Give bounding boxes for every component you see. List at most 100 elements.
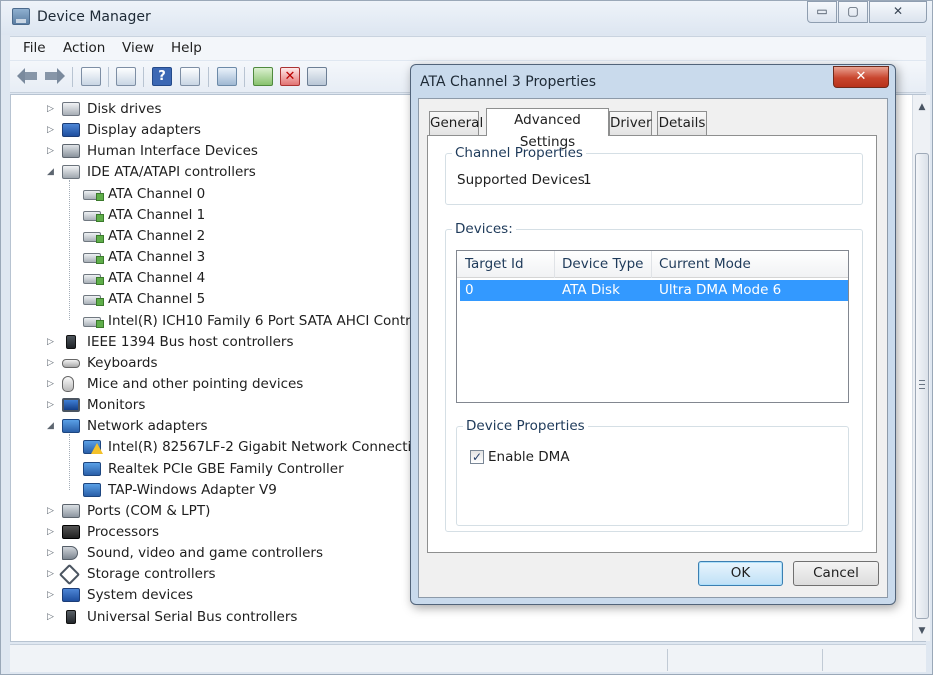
update-driver-icon[interactable]	[253, 67, 273, 86]
expand-arrow-icon[interactable]: ▷	[47, 589, 57, 601]
tree-item-label: Disk drives	[87, 101, 162, 117]
network-warning-icon	[83, 440, 103, 455]
status-separator	[667, 649, 668, 671]
expand-arrow-icon[interactable]: ▷	[47, 505, 57, 517]
menu-help[interactable]: Help	[171, 40, 202, 56]
expand-arrow-icon[interactable]: ▷	[47, 526, 57, 538]
dialog-close-button[interactable]: ✕	[833, 66, 889, 88]
expand-arrow-icon[interactable]: ▷	[47, 378, 57, 390]
cell-current-mode: Ultra DMA Mode 6	[659, 282, 782, 298]
menu-view[interactable]: View	[122, 40, 154, 56]
window-title: Device Manager	[37, 9, 151, 25]
scroll-grip-icon	[919, 380, 925, 389]
dialog-body: General Advanced Settings Driver Details…	[418, 98, 888, 598]
ata-channel-properties-dialog: ATA Channel 3 Properties ✕ General Advan…	[410, 64, 896, 605]
mouse-icon	[62, 375, 74, 392]
scan-hardware-icon[interactable]	[217, 67, 237, 86]
supported-devices-label: Supported Devices	[457, 172, 585, 188]
expand-arrow-icon[interactable]: ▷	[47, 611, 57, 623]
toolbar-separator	[244, 67, 245, 87]
ok-button[interactable]: OK	[698, 561, 783, 586]
tree-item-label: Keyboards	[87, 354, 158, 371]
column-separator	[651, 251, 652, 278]
forward-arrow-icon[interactable]	[43, 67, 65, 86]
collapse-arrow-icon[interactable]: ◢	[47, 420, 57, 432]
ata-channel-icon	[83, 253, 104, 265]
scroll-thumb[interactable]	[915, 153, 929, 619]
tab-advanced-settings[interactable]: Advanced Settings	[486, 108, 609, 150]
close-button[interactable]: ✕	[869, 1, 927, 23]
hid-icon	[62, 144, 80, 159]
scroll-down-icon[interactable]: ▼	[914, 623, 930, 639]
back-arrow-icon[interactable]	[17, 67, 39, 86]
ata-channel-icon	[83, 231, 104, 243]
tree-item-label: ATA Channel 1	[108, 206, 206, 223]
expand-arrow-icon[interactable]: ▷	[47, 547, 57, 559]
device-manager-icon	[12, 8, 30, 25]
cancel-button[interactable]: Cancel	[793, 561, 879, 586]
expand-arrow-icon[interactable]: ▷	[47, 568, 57, 580]
tree-connector-line	[69, 434, 70, 490]
tree-item-label: TAP-Windows Adapter V9	[108, 481, 277, 498]
expand-arrow-icon[interactable]: ▷	[47, 145, 57, 157]
title-bar[interactable]: Device Manager ▭ ▢ ✕	[1, 1, 932, 35]
disable-device-icon[interactable]	[307, 67, 327, 86]
device-properties-label: Device Properties	[463, 418, 588, 434]
tree-item-label: Monitors	[87, 397, 146, 414]
advanced-settings-panel: Channel Properties Supported Devices 1 D…	[427, 135, 877, 553]
tab-driver[interactable]: Driver	[609, 111, 652, 135]
ieee1394-icon	[66, 334, 76, 349]
ata-channel-icon	[83, 274, 104, 286]
devices-list[interactable]: Target Id Device Type Current Mode 0 ATA…	[456, 250, 849, 403]
channel-properties-group: Channel Properties Supported Devices 1	[445, 145, 863, 205]
expand-arrow-icon[interactable]: ▷	[47, 399, 57, 411]
toolbar-separator	[72, 67, 73, 87]
tree-item-label: Storage controllers	[87, 566, 216, 583]
tab-general[interactable]: General	[429, 111, 483, 135]
column-device-type[interactable]: Device Type	[562, 256, 643, 272]
expand-arrow-icon[interactable]: ▷	[47, 357, 57, 369]
tree-item-label: Human Interface Devices	[87, 143, 258, 160]
enable-dma-checkbox[interactable]: ✓	[470, 450, 484, 464]
tree-item-label: ATA Channel 0	[108, 185, 206, 202]
column-current-mode[interactable]: Current Mode	[659, 256, 751, 272]
help-icon[interactable]: ?	[152, 67, 172, 86]
tab-details[interactable]: Details	[657, 111, 707, 135]
enable-dma-label[interactable]: Enable DMA	[488, 449, 570, 465]
device-row[interactable]: 0 ATA Disk Ultra DMA Mode 6	[460, 280, 848, 301]
tree-item-label: Display adapters	[87, 122, 201, 139]
column-target-id[interactable]: Target Id	[465, 256, 524, 272]
cell-device-type: ATA Disk	[562, 282, 620, 298]
ide-controller-icon	[62, 165, 80, 180]
vertical-scrollbar[interactable]: ▲ ▼	[912, 95, 930, 641]
tree-item-label: Ports (COM & LPT)	[87, 502, 211, 519]
ata-channel-icon	[83, 189, 104, 201]
action-pane-icon[interactable]	[180, 67, 200, 86]
display-adapter-icon	[62, 123, 80, 138]
uninstall-icon[interactable]: ✕	[280, 67, 300, 86]
disk-drive-icon	[62, 102, 80, 116]
tree-item-label: Network adapters	[87, 418, 208, 435]
sata-controller-icon	[83, 316, 104, 328]
devices-group: Devices: Target Id Device Type Current M…	[445, 221, 863, 532]
toolbar-separator	[143, 67, 144, 87]
collapse-arrow-icon[interactable]: ◢	[47, 166, 57, 178]
tree-item-label: Mice and other pointing devices	[87, 375, 304, 392]
maximize-button[interactable]: ▢	[838, 1, 868, 23]
expand-arrow-icon[interactable]: ▷	[47, 124, 57, 136]
minimize-button[interactable]: ▭	[807, 1, 837, 23]
tree-item-label: Universal Serial Bus controllers	[87, 608, 298, 625]
scroll-up-icon[interactable]: ▲	[914, 99, 930, 115]
ata-channel-icon	[83, 210, 104, 222]
menu-bar: File Action View Help	[10, 36, 926, 60]
tree-item-label: IDE ATA/ATAPI controllers	[87, 164, 256, 181]
dialog-title: ATA Channel 3 Properties	[420, 74, 597, 90]
tree-item-label: Realtek PCIe GBE Family Controller	[108, 460, 344, 477]
properties-icon[interactable]	[116, 67, 136, 86]
menu-file[interactable]: File	[23, 40, 46, 56]
show-hide-console-tree-icon[interactable]	[81, 67, 101, 86]
expand-arrow-icon[interactable]: ▷	[47, 336, 57, 348]
cell-target-id: 0	[465, 282, 474, 298]
expand-arrow-icon[interactable]: ▷	[47, 103, 57, 115]
menu-action[interactable]: Action	[63, 40, 105, 56]
